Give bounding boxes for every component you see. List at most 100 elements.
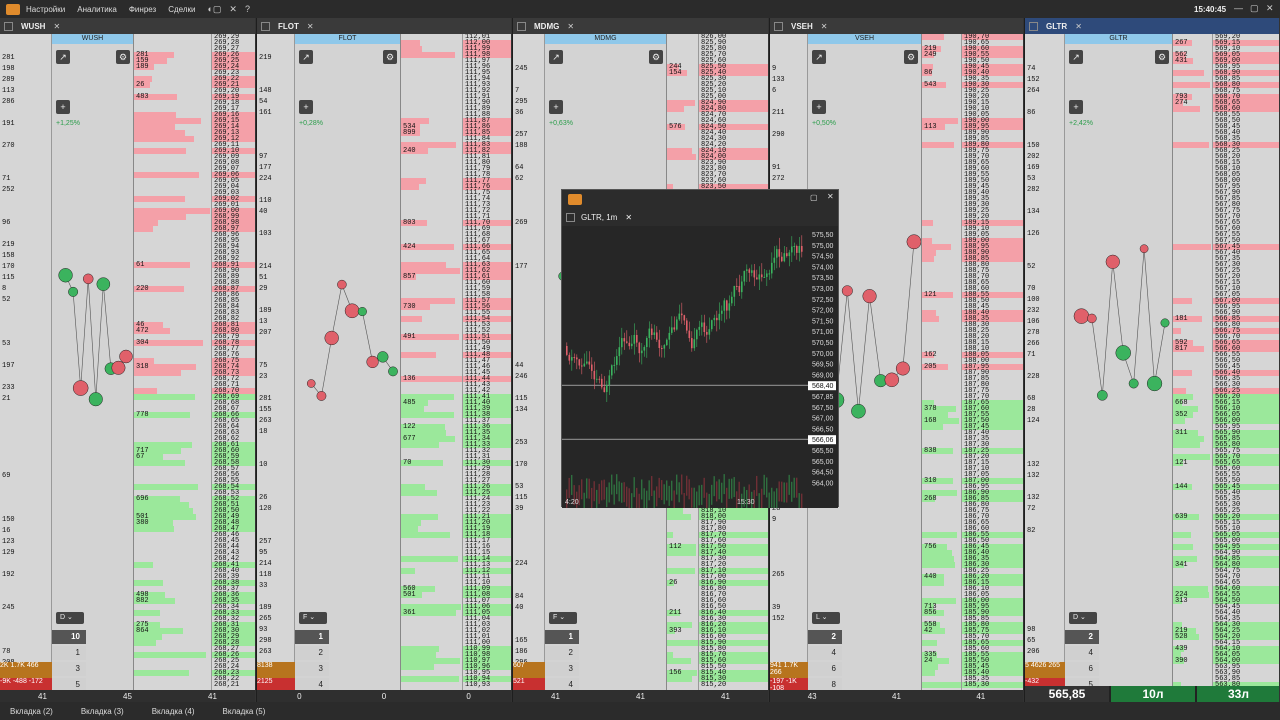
trade-size: 148 xyxy=(259,87,272,95)
volume-bar xyxy=(134,460,185,466)
volume-bar xyxy=(1173,544,1193,550)
close-icon[interactable]: ✕ xyxy=(827,192,834,201)
quantity-button[interactable]: 3 xyxy=(545,662,579,676)
quantity-button[interactable]: 3 xyxy=(52,662,86,676)
price-ladder[interactable]: 112,01 112,00 111,99 111,98 111,97 111,96 111,… xyxy=(463,34,511,690)
y-tick-label: 572,50 xyxy=(812,297,834,304)
quantity-button[interactable]: 1 xyxy=(545,630,579,644)
cluster-chart[interactable]: GLTR↗⚙++2,42%D ⌄246515 xyxy=(1065,34,1173,690)
mini-chart-window[interactable]: ▢ ✕ GLTR, 1m ✕ 575,50 575,00 574,50 574,00 5… xyxy=(561,189,839,508)
volume-bar: 121 xyxy=(922,292,953,299)
candlestick-chart[interactable]: 575,50 575,00 574,50 574,00 573,50 573,00 572,… xyxy=(562,226,838,508)
maximize-icon[interactable]: ▢ xyxy=(810,193,818,202)
tab-3[interactable]: Вкладка (3) xyxy=(81,707,124,716)
close-tab-icon[interactable]: ✕ xyxy=(821,22,828,31)
panel-tab[interactable]: VSEH ✕ xyxy=(770,18,1023,34)
price-ladder[interactable]: 269,29 269,28 269,27 269,26 269,25 269,24 269,… xyxy=(212,34,255,690)
panel-tab[interactable]: WUSH ✕ xyxy=(0,18,255,34)
close-tab-icon[interactable]: ✕ xyxy=(1075,22,1082,31)
mode-select[interactable]: F ⌄ xyxy=(549,612,577,624)
close-tab-icon[interactable]: ✕ xyxy=(53,22,60,31)
app-logo-icon xyxy=(6,3,20,15)
volume-bar xyxy=(401,556,458,562)
trade-size: 64 xyxy=(515,164,524,172)
trade-size: 13 xyxy=(259,318,268,326)
quantity-button[interactable]: 4 xyxy=(808,646,842,660)
volume-bar: 304 xyxy=(134,340,204,347)
help-icon[interactable]: ? xyxy=(245,4,250,14)
cluster-chart[interactable]: WUSH↗⚙++1,25%D ⌄1013510 xyxy=(52,34,134,690)
quantity-button[interactable]: 1 xyxy=(52,646,86,660)
minimize-icon[interactable]: — xyxy=(1234,3,1243,13)
quantity-button[interactable]: 2 xyxy=(1065,630,1099,644)
mode-select[interactable]: D ⌄ xyxy=(56,612,84,624)
pin-icon[interactable] xyxy=(774,21,783,31)
quantity-button[interactable]: 1 xyxy=(295,630,329,644)
trade-size: 134 xyxy=(1027,208,1040,216)
y-tick-label: 575,00 xyxy=(812,243,834,250)
close-tab-icon[interactable]: ✕ xyxy=(625,213,632,222)
quantity-button[interactable]: 3 xyxy=(295,662,329,676)
candle xyxy=(668,332,671,340)
theme-toggle-icon[interactable]: ◐▢ xyxy=(207,4,221,15)
volume-bar xyxy=(611,474,613,495)
candle xyxy=(788,252,791,257)
tab-4[interactable]: Вкладка (4) xyxy=(152,707,195,716)
quantity-button[interactable]: 2 xyxy=(295,646,329,660)
pin-icon[interactable] xyxy=(517,21,526,31)
price-ladder[interactable]: 190,70 190,65 190,60 190,55 190,50 190,45 190,… xyxy=(962,34,1023,690)
panel-tab[interactable]: GLTR ✕ xyxy=(1025,18,1279,34)
menu-finres[interactable]: Финрез xyxy=(129,5,156,14)
quantity-button[interactable]: 10 xyxy=(52,630,86,644)
trade-size: 169 xyxy=(1027,164,1040,172)
quantity-button[interactable]: 2 xyxy=(545,646,579,660)
mode-select[interactable]: F ⌄ xyxy=(299,612,327,624)
price-level[interactable]: 268,21 xyxy=(212,682,255,689)
pin-icon[interactable] xyxy=(4,21,13,31)
price-ladder[interactable]: 569,20 569,15 569,10 569,05 569,00 568,95 568,… xyxy=(1213,34,1279,690)
buy-lots[interactable]: 10л xyxy=(1111,686,1195,702)
mode-select[interactable]: D ⌄ xyxy=(1069,612,1097,624)
price-level[interactable]: 110,93 xyxy=(463,682,511,689)
candle xyxy=(773,257,776,263)
menu-settings[interactable]: Настройки xyxy=(26,5,65,14)
pin-icon[interactable] xyxy=(566,212,575,222)
quantity-button[interactable]: 4 xyxy=(295,678,329,690)
panel-tab[interactable]: FLOT ✕ xyxy=(257,18,511,34)
maximize-icon[interactable]: ▢ xyxy=(1250,3,1259,14)
panel-tab[interactable]: MDMG ✕ xyxy=(513,18,768,34)
quantity-button[interactable]: 8 xyxy=(808,678,842,690)
candle xyxy=(731,296,733,304)
volume-bar xyxy=(771,487,773,508)
trade-size: 266 xyxy=(1027,340,1040,348)
close-tab-icon[interactable]: ✕ xyxy=(307,22,314,31)
trade-size: 198 xyxy=(2,65,15,73)
quantity-button[interactable]: 6 xyxy=(1065,662,1099,676)
mode-select[interactable]: L ⌄ xyxy=(812,612,840,624)
pin-icon[interactable] xyxy=(1029,21,1038,31)
price-level[interactable]: 185,30 xyxy=(962,682,1023,689)
tab-5[interactable]: Вкладка (5) xyxy=(223,707,266,716)
quantity-button[interactable]: 4 xyxy=(1065,646,1099,660)
volume-bar xyxy=(1173,82,1210,88)
price-level[interactable]: 815,20 xyxy=(699,682,768,689)
quantity-button[interactable]: 4 xyxy=(545,678,579,690)
sell-lots[interactable]: 33л xyxy=(1197,686,1279,702)
trade-size: 286 xyxy=(2,98,15,106)
menu-deals[interactable]: Сделки xyxy=(168,5,195,14)
chart-tab-title[interactable]: GLTR, 1m xyxy=(581,213,617,222)
quantity-button[interactable]: 2 xyxy=(808,630,842,644)
pin-icon[interactable] xyxy=(261,21,270,31)
menu-analytics[interactable]: Аналитика xyxy=(77,5,117,14)
trade-size: 206 xyxy=(1027,648,1040,656)
tab-2[interactable]: Вкладка (2) xyxy=(10,707,53,716)
cluster-chart[interactable]: FLOT↗⚙++0,28%F ⌄12345 xyxy=(295,34,401,690)
y-tick-label: 564,00 xyxy=(812,480,834,487)
quantity-button[interactable]: 6 xyxy=(808,662,842,676)
volume-bar xyxy=(134,526,175,532)
quantity-button[interactable]: 5 xyxy=(52,678,86,690)
close-window-icon[interactable]: ✕ xyxy=(1266,3,1274,14)
sound-off-icon[interactable]: ✕ xyxy=(229,4,237,15)
volume-bar: 26 xyxy=(667,579,678,587)
close-tab-icon[interactable]: ✕ xyxy=(567,22,574,31)
